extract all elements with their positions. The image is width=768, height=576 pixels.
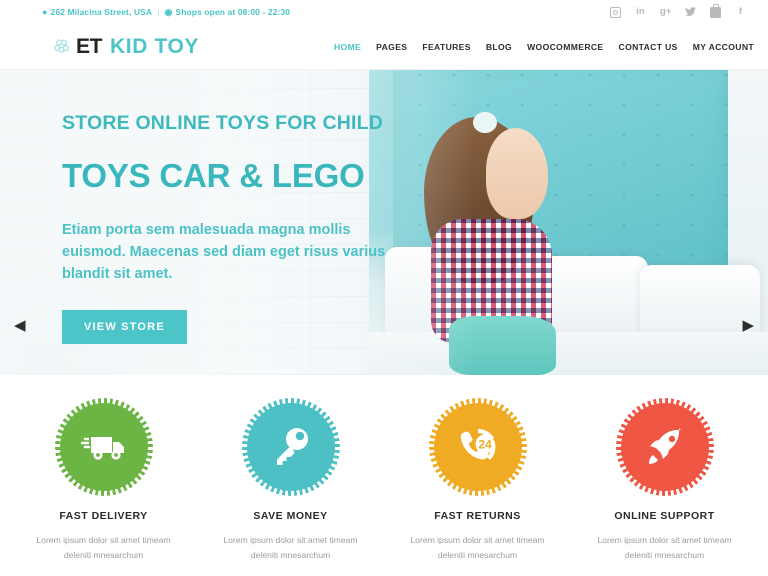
view-store-button[interactable]: VIEW STORE (62, 309, 187, 344)
hero-subtitle: STORE ONLINE TOYS FOR CHILD (62, 112, 384, 134)
feature-description: Lorem ipsum dolor sit amet timeam deleni… (410, 535, 545, 561)
child-face (486, 128, 549, 220)
feature-title: FAST DELIVERY (59, 510, 148, 522)
key-icon (276, 428, 308, 465)
rocket-icon (648, 428, 681, 464)
topbar-separator: | (157, 7, 160, 17)
feature-title: SAVE MONEY (253, 510, 328, 522)
feature-description: Lorem ipsum dolor sit amet timeam deleni… (597, 535, 732, 561)
features-section: FAST DELIVERY Lorem ipsum dolor sit amet… (0, 375, 768, 576)
nav-item-home[interactable]: HOME (334, 42, 361, 52)
svg-text:24: 24 (478, 438, 492, 452)
linkedin-icon[interactable]: in (635, 6, 646, 18)
phone-24-support-icon: 24 (460, 428, 495, 460)
feature-icon-badge (59, 403, 148, 491)
site-header: ET KID TOY HOME PAGES FEATURES BLOG WOOC… (0, 24, 768, 70)
logo-text-secondary: KID TOY (110, 35, 200, 58)
instagram-icon[interactable] (610, 6, 621, 18)
hero-title: TOYS CAR & LEGO (62, 156, 365, 194)
clock-icon: ◉ (164, 6, 173, 17)
slider-next-arrow[interactable]: ▶ (742, 318, 754, 333)
nav-item-pages[interactable]: PAGES (376, 42, 407, 52)
hero-slider: STORE ONLINE TOYS FOR CHILD TOYS CAR & L… (0, 70, 768, 375)
facebook-icon[interactable]: f (735, 6, 746, 18)
google-plus-icon[interactable]: g+ (660, 6, 671, 18)
nav-item-features[interactable]: FEATURES (422, 42, 470, 52)
nav-item-woocommerce[interactable]: WOOCOMMERCE (527, 42, 603, 52)
site-logo[interactable]: ET KID TOY (52, 36, 199, 57)
hero-text-block: STORE ONLINE TOYS FOR CHILD TOYS CAR & L… (62, 112, 407, 344)
atom-molecule-icon (54, 39, 69, 53)
nav-item-contact-us[interactable]: CONTACT US (619, 42, 678, 52)
main-navigation: HOME PAGES FEATURES BLOG WOOCOMMERCE CON… (334, 42, 754, 52)
feature-card-fast-delivery[interactable]: FAST DELIVERY Lorem ipsum dolor sit amet… (10, 403, 197, 576)
hero-description: Etiam porta sem malesuada magna mollis e… (62, 221, 386, 283)
twitter-icon[interactable] (685, 6, 696, 18)
feature-card-online-support[interactable]: ONLINE SUPPORT Lorem ipsum dolor sit ame… (571, 403, 758, 576)
location-pin-icon: ●︎ (42, 6, 48, 17)
slider-prev-arrow[interactable]: ◀ (14, 318, 26, 333)
topbar-hours: Shops open at 08:00 - 22:30 (175, 7, 291, 17)
feature-card-fast-returns[interactable]: 24 FAST RETURNS Lorem ipsum dolor sit am… (384, 403, 571, 576)
social-links: in g+ f (610, 4, 746, 18)
feature-title: FAST RETURNS (434, 510, 521, 522)
nav-item-my-account[interactable]: MY ACCOUNT (693, 42, 754, 52)
feature-title: ONLINE SUPPORT (614, 510, 715, 522)
feature-description: Lorem ipsum dolor sit amet timeam deleni… (36, 535, 171, 561)
topbar-address: 262 Milacina Street, USA (50, 7, 153, 17)
youtube-icon[interactable] (710, 4, 721, 18)
feature-card-save-money[interactable]: SAVE MONEY Lorem ipsum dolor sit amet ti… (197, 403, 384, 576)
delivery-truck-icon (80, 437, 124, 460)
nav-item-blog[interactable]: BLOG (486, 42, 512, 52)
feature-icon-badge (620, 403, 709, 491)
feature-icon-badge (246, 403, 335, 491)
topbar-contact-info: ●︎ 262 Milacina Street, USA | ◉ Shops op… (42, 7, 290, 17)
logo-text-primary: ET (76, 35, 103, 58)
feature-icon-badge: 24 (433, 403, 522, 491)
top-info-bar: ●︎ 262 Milacina Street, USA | ◉ Shops op… (0, 0, 768, 24)
feature-description: Lorem ipsum dolor sit amet timeam deleni… (223, 535, 358, 561)
